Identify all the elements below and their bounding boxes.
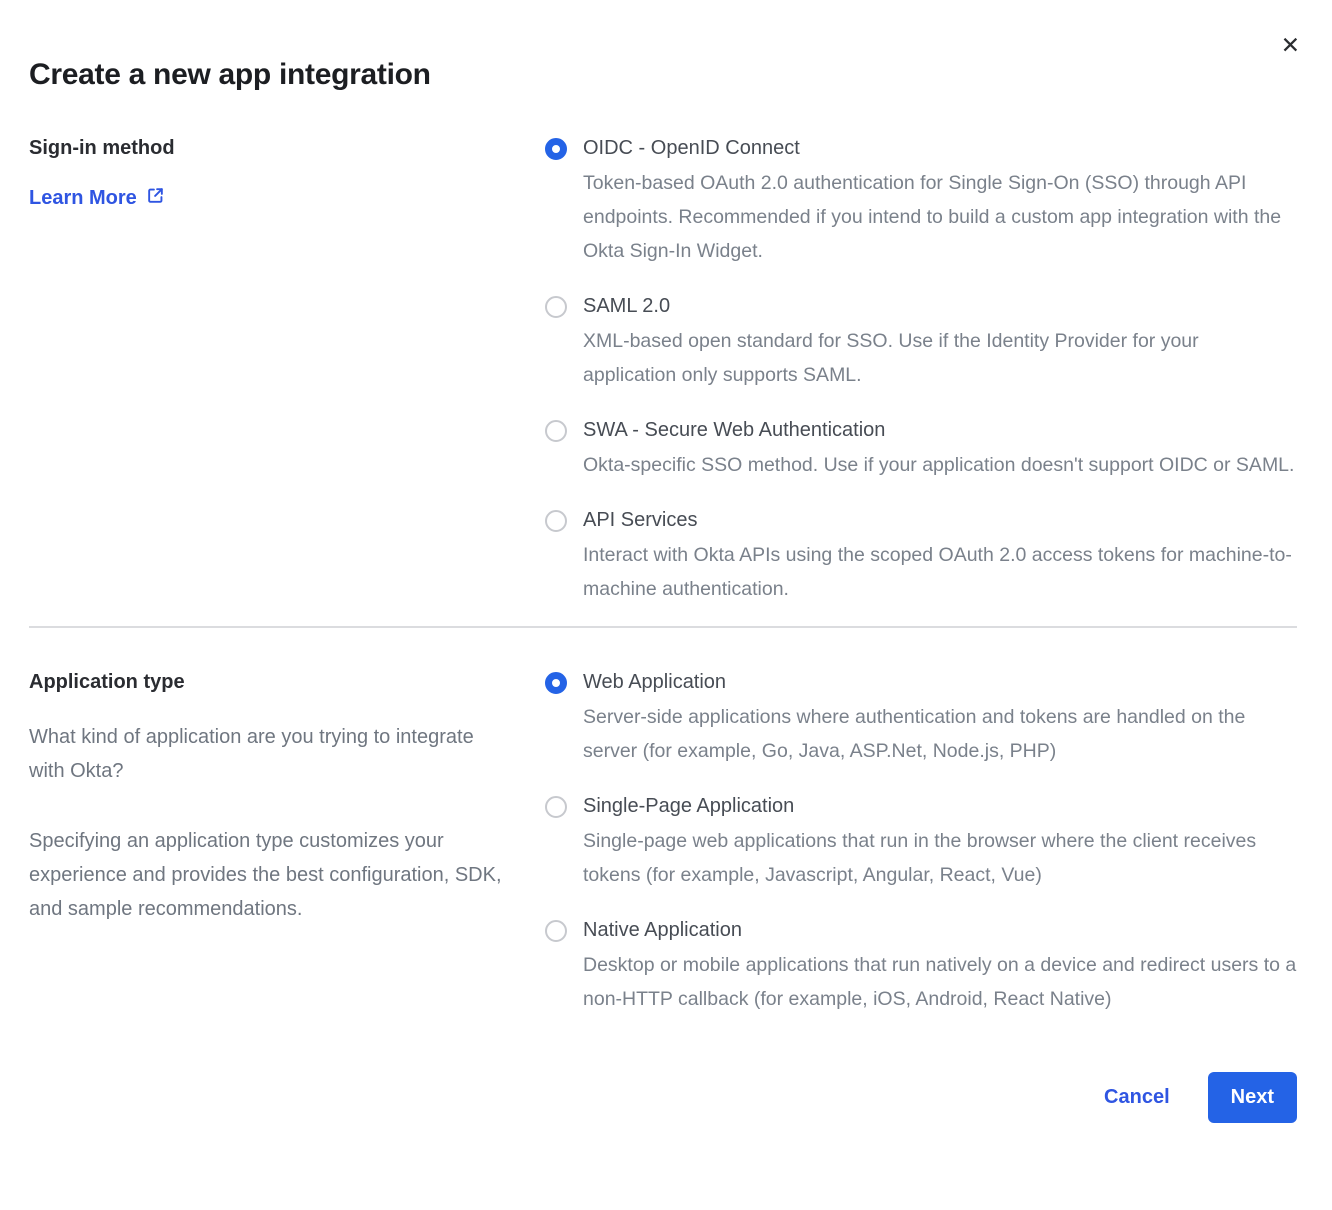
radio-option-description: Token-based OAuth 2.0 authentication for…: [583, 166, 1297, 268]
radio-option-description: Server-side applications where authentic…: [583, 700, 1297, 768]
next-button[interactable]: Next: [1208, 1072, 1297, 1123]
application-type-heading: Application type: [29, 670, 505, 694]
radio-button-single-page-application[interactable]: [545, 796, 567, 818]
radio-option-label: OIDC - OpenID Connect: [583, 136, 1297, 161]
radio-option-text: Web Application Server-side applications…: [583, 670, 1297, 768]
radio-option-label: Single-Page Application: [583, 794, 1297, 819]
radio-button-saml[interactable]: [545, 296, 567, 318]
radio-option-text: SAML 2.0 XML-based open standard for SSO…: [583, 294, 1297, 392]
radio-option-native-application[interactable]: Native Application Desktop or mobile app…: [545, 918, 1297, 1016]
radio-option-text: OIDC - OpenID Connect Token-based OAuth …: [583, 136, 1297, 268]
radio-button-swa[interactable]: [545, 420, 567, 442]
radio-option-oidc[interactable]: OIDC - OpenID Connect Token-based OAuth …: [545, 136, 1297, 268]
radio-option-description: Interact with Okta APIs using the scoped…: [583, 538, 1297, 606]
signin-method-heading: Sign-in method: [29, 136, 505, 160]
signin-method-left-column: Sign-in method Learn More: [29, 136, 545, 211]
signin-method-section: Sign-in method Learn More OIDC - OpenID …: [29, 136, 1297, 606]
application-type-options: Web Application Server-side applications…: [545, 670, 1297, 1016]
cancel-button[interactable]: Cancel: [1104, 1086, 1170, 1109]
radio-button-web-application[interactable]: [545, 672, 567, 694]
dialog-title: Create a new app integration: [29, 58, 1297, 92]
radio-option-label: API Services: [583, 508, 1297, 533]
dialog-footer: Cancel Next: [29, 1072, 1297, 1123]
radio-option-api-services[interactable]: API Services Interact with Okta APIs usi…: [545, 508, 1297, 606]
learn-more-link[interactable]: Learn More: [29, 186, 165, 211]
radio-option-description: Single-page web applications that run in…: [583, 824, 1297, 892]
radio-option-label: Native Application: [583, 918, 1297, 943]
application-type-explanation: Specifying an application type customize…: [29, 824, 505, 926]
radio-button-oidc[interactable]: [545, 138, 567, 160]
radio-option-saml[interactable]: SAML 2.0 XML-based open standard for SSO…: [545, 294, 1297, 392]
radio-option-web-application[interactable]: Web Application Server-side applications…: [545, 670, 1297, 768]
radio-option-text: Single-Page Application Single-page web …: [583, 794, 1297, 892]
external-link-icon: [146, 186, 165, 211]
signin-method-options: OIDC - OpenID Connect Token-based OAuth …: [545, 136, 1297, 606]
radio-button-native-application[interactable]: [545, 920, 567, 942]
application-type-question: What kind of application are you trying …: [29, 720, 505, 788]
radio-option-description: XML-based open standard for SSO. Use if …: [583, 324, 1297, 392]
section-divider: [29, 626, 1297, 628]
application-type-left-column: Application type What kind of applicatio…: [29, 670, 545, 926]
radio-option-label: SWA - Secure Web Authentication: [583, 418, 1294, 443]
radio-option-swa[interactable]: SWA - Secure Web Authentication Okta-spe…: [545, 418, 1297, 482]
radio-option-text: SWA - Secure Web Authentication Okta-spe…: [583, 418, 1294, 482]
application-type-section: Application type What kind of applicatio…: [29, 670, 1297, 1016]
radio-option-description: Okta-specific SSO method. Use if your ap…: [583, 448, 1294, 482]
radio-option-description: Desktop or mobile applications that run …: [583, 948, 1297, 1016]
radio-option-text: API Services Interact with Okta APIs usi…: [583, 508, 1297, 606]
learn-more-label: Learn More: [29, 187, 137, 210]
radio-button-api-services[interactable]: [545, 510, 567, 532]
radio-option-text: Native Application Desktop or mobile app…: [583, 918, 1297, 1016]
radio-option-single-page-application[interactable]: Single-Page Application Single-page web …: [545, 794, 1297, 892]
radio-option-label: SAML 2.0: [583, 294, 1297, 319]
create-app-integration-dialog: ✕ Create a new app integration Sign-in m…: [0, 0, 1332, 1210]
close-icon[interactable]: ✕: [1281, 34, 1300, 57]
radio-option-label: Web Application: [583, 670, 1297, 695]
